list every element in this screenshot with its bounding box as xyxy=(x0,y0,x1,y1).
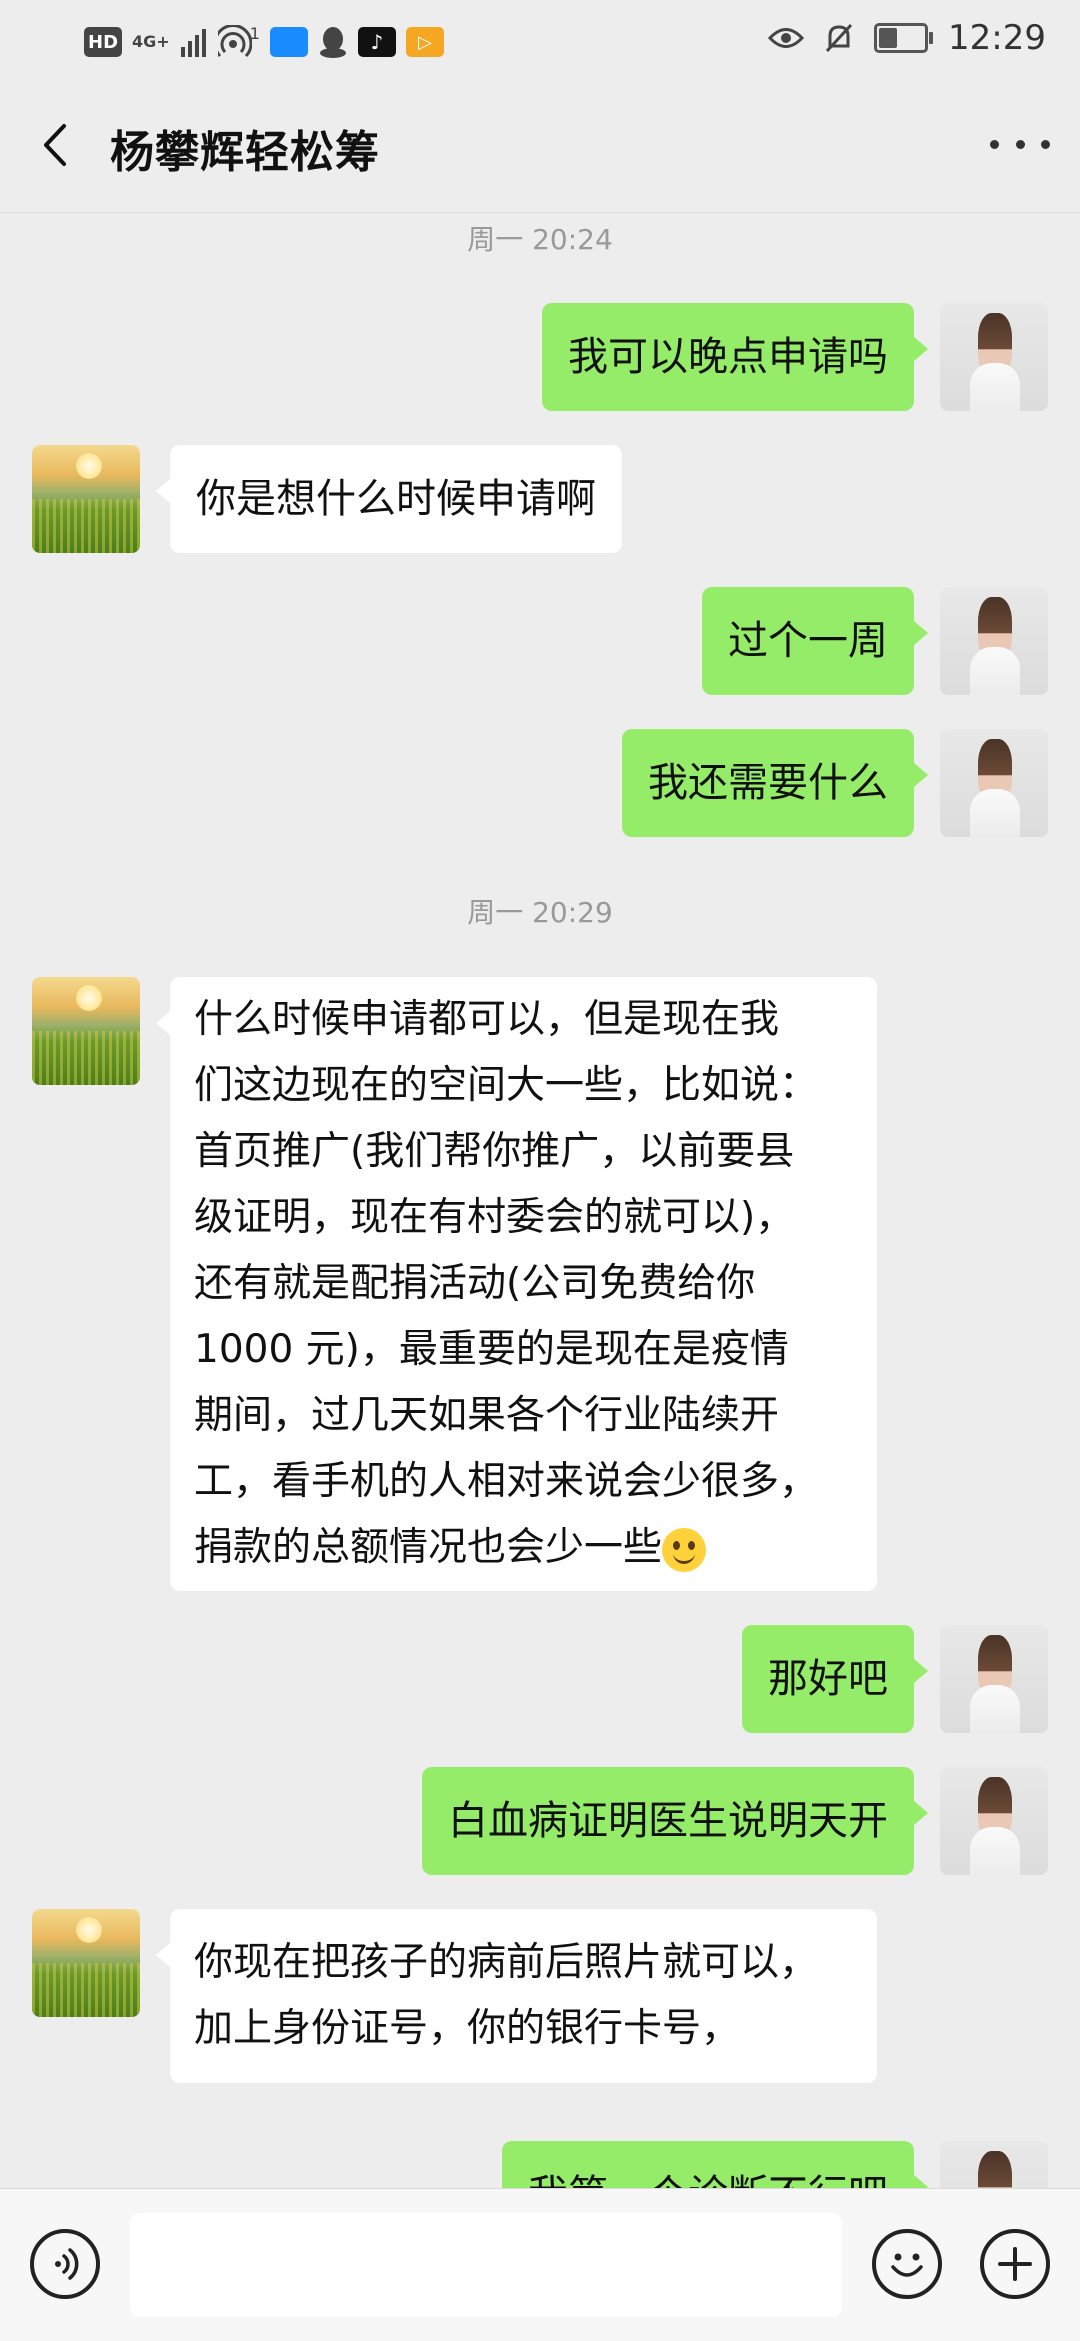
eye-icon xyxy=(768,28,805,48)
girl-avatar[interactable] xyxy=(940,1625,1048,1733)
message-input[interactable] xyxy=(130,2213,842,2317)
dot-icon xyxy=(1015,139,1025,149)
status-time: 12:29 xyxy=(948,18,1046,58)
girl-avatar[interactable] xyxy=(940,303,1048,411)
field-avatar[interactable] xyxy=(32,1909,140,2017)
girl-avatar[interactable] xyxy=(940,1767,1048,1875)
outgoing-message[interactable]: 我还需要什么 xyxy=(622,729,928,837)
back-arrow-icon[interactable] xyxy=(34,120,84,170)
outgoing-message[interactable]: 那好吧 xyxy=(742,1625,928,1733)
network-type: 4G+ xyxy=(132,32,170,51)
chat-title: 杨攀辉轻松筹 xyxy=(110,127,380,178)
plus-button[interactable] xyxy=(980,2229,1050,2299)
outgoing-message[interactable]: 我第一个诊断不行吧 xyxy=(502,2141,928,2188)
plus-icon xyxy=(998,2247,1032,2281)
battery-level xyxy=(879,28,898,48)
girl-avatar[interactable] xyxy=(940,729,1048,837)
signal-icon xyxy=(180,29,206,57)
field-avatar[interactable] xyxy=(32,445,140,553)
chat-header: 杨攀辉轻松筹 xyxy=(0,80,1080,213)
battery-icon xyxy=(874,23,934,53)
mute-icon xyxy=(825,23,853,53)
app-icon xyxy=(269,27,308,57)
hotspot-count: 1 xyxy=(249,23,260,43)
incoming-message[interactable]: 你是想什么时候申请啊 xyxy=(156,445,622,553)
voice-icon xyxy=(55,2248,79,2280)
field-avatar[interactable] xyxy=(32,977,140,1085)
message-list[interactable]: 周一 20:24 我可以晚点申请吗 你是想什么时候申请啊 过个一周 我还需要什么… xyxy=(0,213,1080,2188)
voice-button[interactable] xyxy=(30,2229,100,2299)
girl-avatar[interactable] xyxy=(940,2141,1048,2188)
outgoing-message[interactable]: 过个一周 xyxy=(702,587,928,695)
hd-icon: HD xyxy=(84,27,123,57)
smile-emoji-icon xyxy=(662,1527,707,1572)
incoming-message[interactable]: 你现在把孩子的病前后照片就可以， 加上身份证号，你的银行卡号， xyxy=(156,1909,877,2083)
tiktok-icon: ♪ xyxy=(357,27,396,57)
outgoing-message[interactable]: 白血病证明医生说明天开 xyxy=(422,1767,928,1875)
dot-icon xyxy=(990,139,999,149)
emoji-button[interactable] xyxy=(872,2229,942,2299)
incoming-message[interactable]: 什么时候申请都可以，但是现在我 们这边现在的空间大一些，比如说： 首页推广(我们… xyxy=(156,977,877,1591)
dot-icon xyxy=(1041,139,1050,149)
timestamp: 周一 20:24 xyxy=(467,223,613,256)
hotspot-icon xyxy=(217,25,252,58)
more-options-button[interactable] xyxy=(990,124,1050,164)
video-app-icon: ▷ xyxy=(405,27,444,57)
input-bar xyxy=(0,2188,1080,2341)
qq-icon xyxy=(319,27,346,58)
timestamp: 周一 20:29 xyxy=(467,896,613,929)
status-right-icons: 12:29 xyxy=(768,18,1046,58)
outgoing-message[interactable]: 我可以晚点申请吗 xyxy=(542,303,928,411)
emoji-icon xyxy=(891,2253,923,2277)
status-left-icons: HD 4G+ 1 ♪ ▷ xyxy=(84,20,444,64)
status-bar: HD 4G+ 1 ♪ ▷ 12:29 xyxy=(0,0,1080,80)
girl-avatar[interactable] xyxy=(940,587,1048,695)
